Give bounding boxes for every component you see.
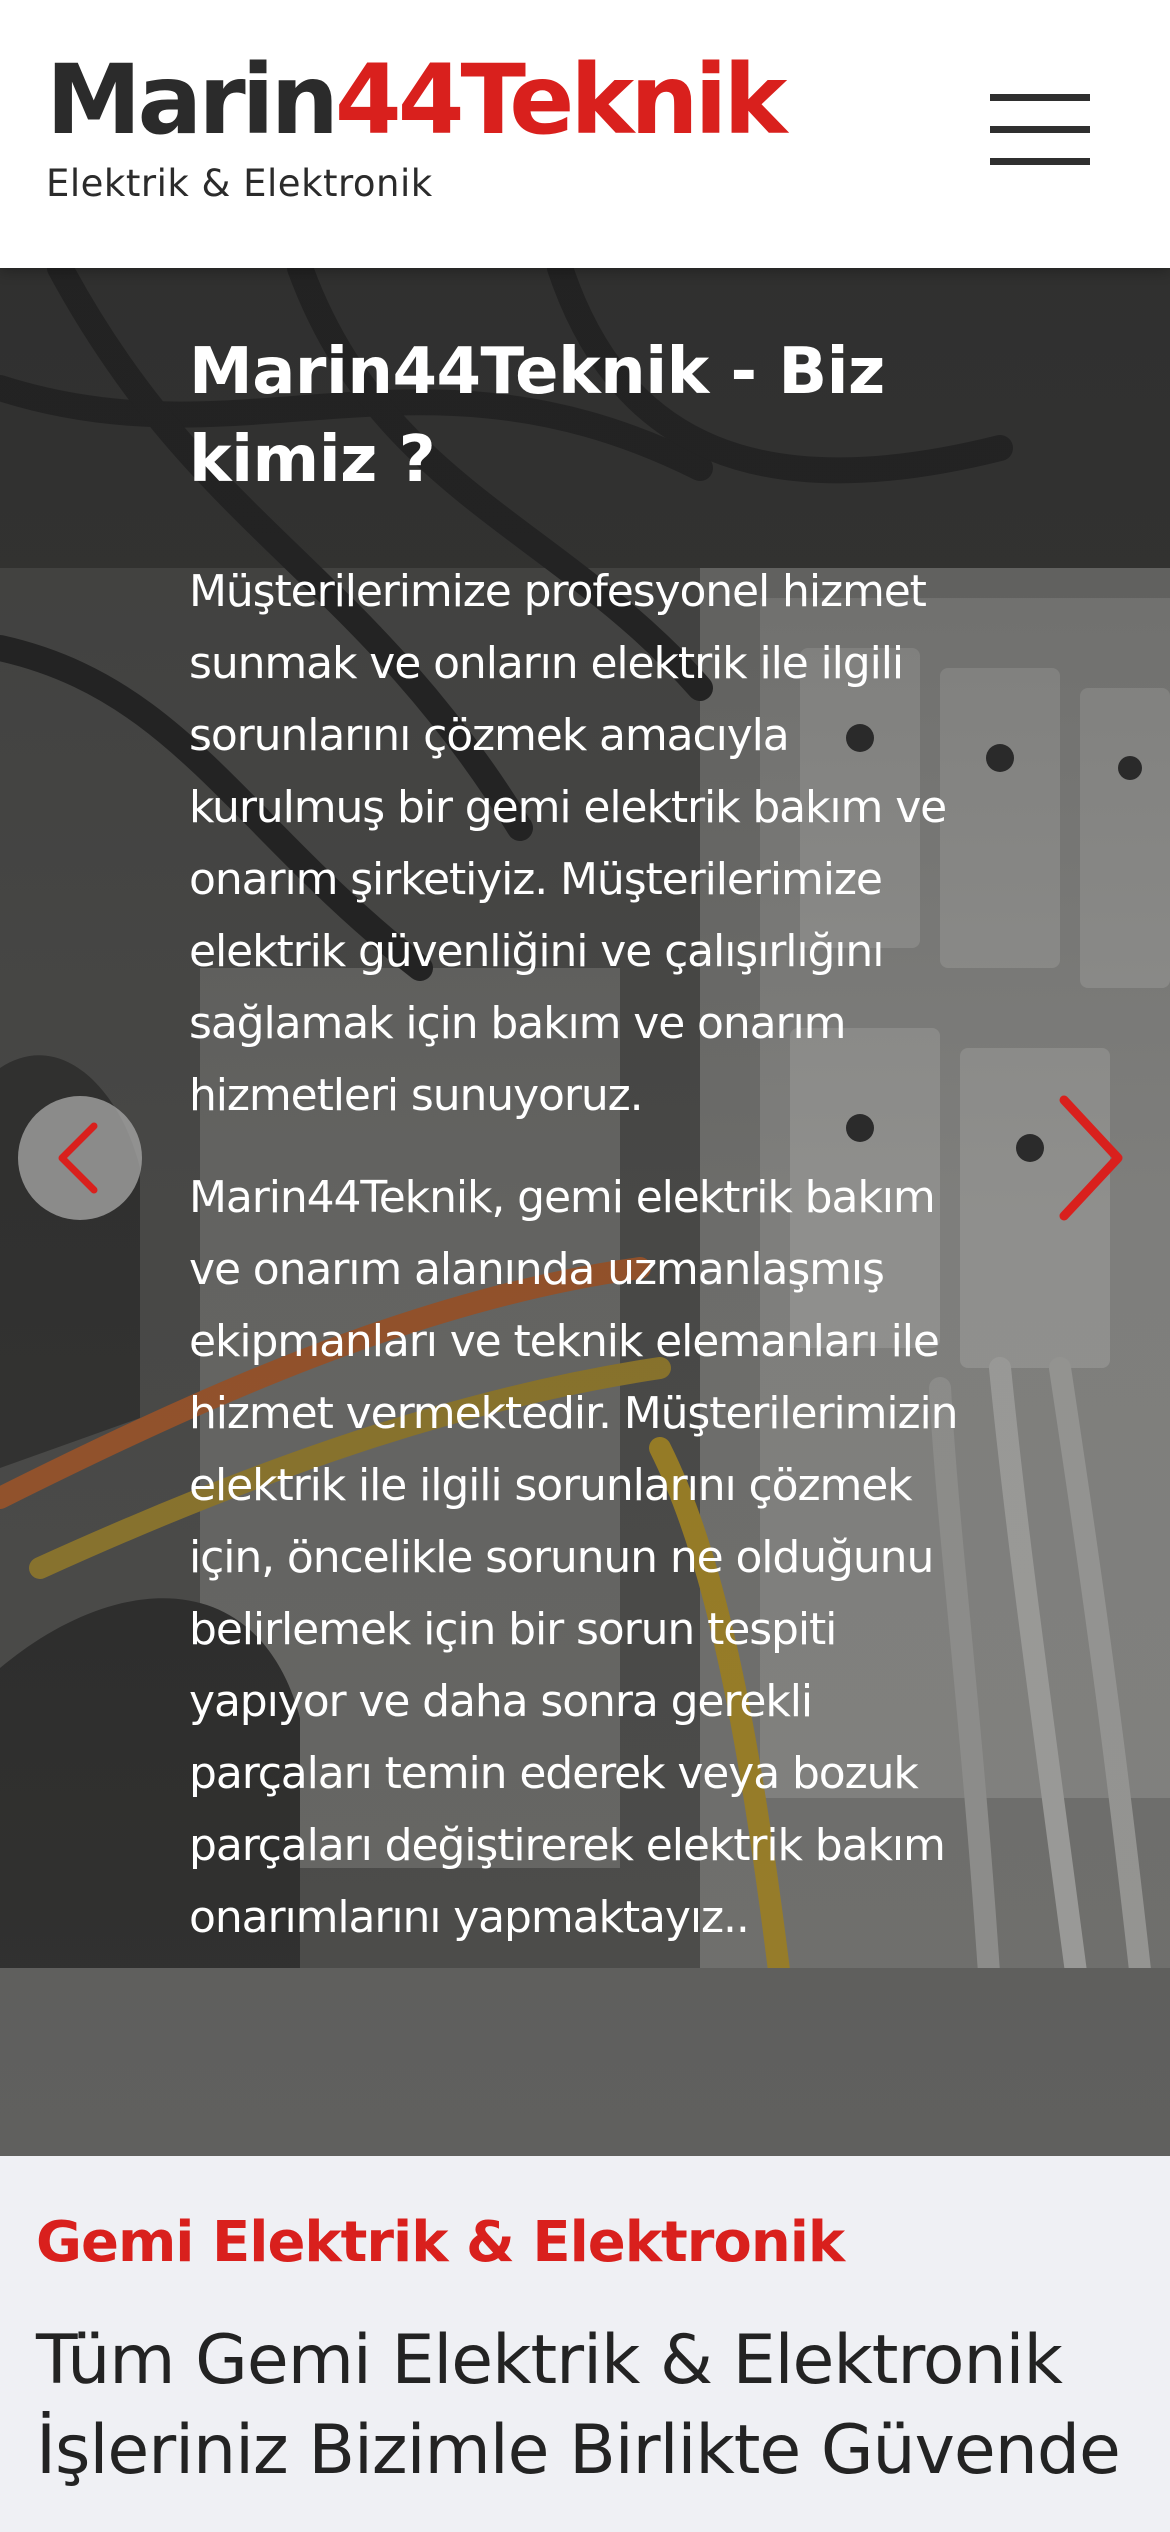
menu-bar <box>990 158 1090 165</box>
hero-slider: Marin44Teknik - Biz kimiz ? Müşterilerim… <box>0 268 1170 2156</box>
menu-bar <box>990 94 1090 101</box>
hero-paragraph: Müşterilerimize profesyonel hizmet sunma… <box>189 566 947 1121</box>
section-heading: Tüm Gemi Elektrik & Elektronik İşleriniz… <box>36 2321 1121 2490</box>
logo-tagline: Elektrik & Elektronik <box>46 162 433 205</box>
site-header: Marin44Teknik Elektrik & Elektronik <box>0 0 1170 268</box>
services-intro: Gemi Elektrik & Elektronik Tüm Gemi Elek… <box>0 2156 1170 2532</box>
logo-name-part2: 44Teknik <box>334 44 787 156</box>
section-eyebrow: Gemi Elektrik & Elektronik <box>36 2210 845 2275</box>
hero-content: Marin44Teknik - Biz kimiz ? Müşterilerim… <box>189 328 979 1984</box>
hamburger-menu-icon[interactable] <box>990 90 1094 170</box>
brand-logo[interactable]: Marin44Teknik Elektrik & Elektronik <box>46 52 787 205</box>
menu-bar <box>990 126 1090 133</box>
hero-title: Marin44Teknik - Biz kimiz ? <box>189 335 885 497</box>
chevron-right-icon <box>1040 1088 1140 1228</box>
logo-name-part1: Marin <box>46 44 339 156</box>
slider-next-button[interactable] <box>1040 1088 1140 1228</box>
logo-wordmark: Marin44Teknik <box>46 52 787 148</box>
chevron-left-icon <box>18 1096 142 1220</box>
hero-paragraph: Marin44Teknik, gemi elektrik bakım ve on… <box>189 1172 959 1943</box>
slider-prev-button[interactable] <box>18 1096 142 1220</box>
